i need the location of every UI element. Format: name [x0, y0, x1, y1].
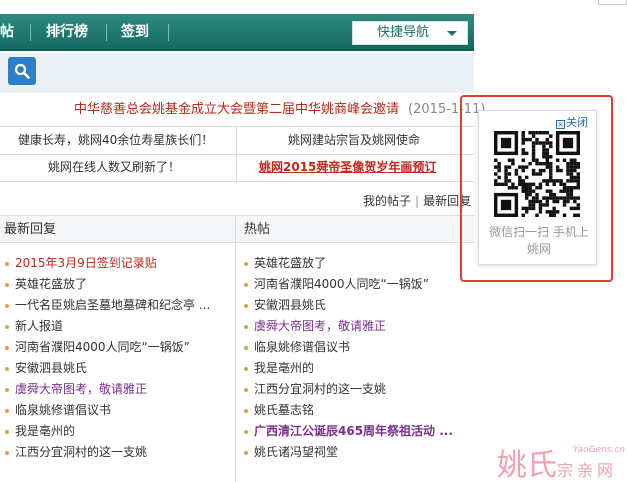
- close-label: 关闭: [566, 116, 588, 129]
- featured-link[interactable]: 健康长寿，姚网40余位寿星族长们！: [18, 127, 213, 154]
- list-item[interactable]: 广西清江公诞辰465周年祭祖活动 ...: [244, 421, 453, 442]
- announcement-title[interactable]: 中华慈善总会姚基金成立大会暨第二届中华姚商峰会邀请: [74, 93, 399, 126]
- list-item[interactable]: 临泉姚修谱倡议书: [244, 337, 453, 358]
- list-item[interactable]: 虞舜大帝图考，敬请雅正: [5, 379, 210, 400]
- list-item[interactable]: 姚氏诸冯望祠堂: [244, 442, 453, 463]
- watermark-big-text: 姚氏: [497, 448, 557, 482]
- watermark-small-text: 宗亲网: [557, 461, 618, 480]
- popup-caption: 微信扫一扫 手机上姚网: [489, 225, 589, 256]
- hot-posts-list: 英雄花盛放了 河南省濮阳4000人同吃“一锅饭” 安徽泗县姚氏 虞舜大帝图考，敬…: [244, 253, 453, 463]
- qr-code-image: [494, 131, 580, 217]
- quick-nav-dropdown[interactable]: 快捷导航: [352, 21, 468, 45]
- nav-divider: [30, 24, 31, 41]
- featured-link[interactable]: 姚网在线人数又刷新了！: [48, 154, 180, 181]
- list-item[interactable]: 姚氏墓志铭: [244, 400, 453, 421]
- list-item[interactable]: 河南省濮阳4000人同吃“一锅饭”: [244, 274, 453, 295]
- qr-code-popup: × 关闭 微信扫一扫 手机上姚网: [478, 110, 597, 265]
- list-item[interactable]: 虞舜大帝图考，敬请雅正: [244, 316, 453, 337]
- featured-link-highlight[interactable]: 姚网2015舜帝圣像贺岁年画预订: [259, 154, 436, 181]
- list-item[interactable]: 一代名臣姚启圣墓地墓碑和纪念亭 ...: [5, 295, 210, 316]
- featured-links-grid: 健康长寿，姚网40余位寿星族长们！ 姚网建站宗旨及姚网使命 姚网在线人数又刷新了…: [0, 126, 474, 182]
- list-item[interactable]: 临泉姚修谱倡议书: [5, 400, 210, 421]
- tab-my-posts[interactable]: 我的帖子: [363, 194, 411, 208]
- nav-divider: [168, 24, 169, 41]
- search-button[interactable]: [8, 57, 36, 85]
- nav-item-ranking[interactable]: 排行榜: [46, 14, 88, 51]
- list-item[interactable]: 我是亳州的: [5, 421, 210, 442]
- list-item[interactable]: 我是亳州的: [244, 358, 453, 379]
- featured-link[interactable]: 姚网建站宗旨及姚网使命: [288, 127, 420, 154]
- list-item[interactable]: 江西分宜洞村的这一支姚: [244, 379, 453, 400]
- latest-replies-header: 最新回复: [0, 215, 235, 243]
- nav-item-checkin[interactable]: 签到: [121, 14, 149, 51]
- quick-nav-label: 快捷导航: [377, 25, 430, 40]
- search-row: [0, 53, 474, 93]
- top-nav-bar: 帖 排行榜 签到 快捷导航: [0, 14, 474, 51]
- list-item[interactable]: 安徽泗县姚氏: [5, 358, 210, 379]
- list-item[interactable]: 英雄花盛放了: [244, 253, 453, 274]
- column-divider: [235, 215, 236, 482]
- nav-item-posts[interactable]: 帖: [0, 14, 14, 51]
- search-icon: [14, 63, 30, 79]
- latest-replies-list: 2015年3月9日签到记录贴 英雄花盛放了 一代名臣姚启圣墓地墓碑和纪念亭 ..…: [5, 253, 210, 463]
- list-item[interactable]: 河南省濮阳4000人同吃“一锅饭”: [5, 337, 210, 358]
- caret-down-icon: [447, 31, 457, 36]
- post-filter-tabs: 我的帖子 | 最新回复: [363, 192, 471, 209]
- close-icon: ×: [556, 120, 565, 129]
- list-item[interactable]: 安徽泗县姚氏: [244, 295, 453, 316]
- tab-separator: |: [415, 194, 420, 208]
- watermark-url: YaoGens.cn: [573, 445, 626, 455]
- list-item[interactable]: 江西分宜洞村的这一支姚: [5, 442, 210, 463]
- popup-close-button[interactable]: × 关闭: [556, 114, 588, 130]
- nav-divider: [106, 24, 107, 41]
- announcement-bar: 中华慈善总会姚基金成立大会暨第二届中华姚商峰会邀请 (2015-1-11): [0, 93, 485, 126]
- list-item[interactable]: 新人报道: [5, 316, 210, 337]
- hot-posts-header: 热帖: [236, 215, 474, 243]
- top-corner-box: [598, 0, 627, 5]
- list-item[interactable]: 英雄花盛放了: [5, 274, 210, 295]
- list-item[interactable]: 2015年3月9日签到记录贴: [5, 253, 210, 274]
